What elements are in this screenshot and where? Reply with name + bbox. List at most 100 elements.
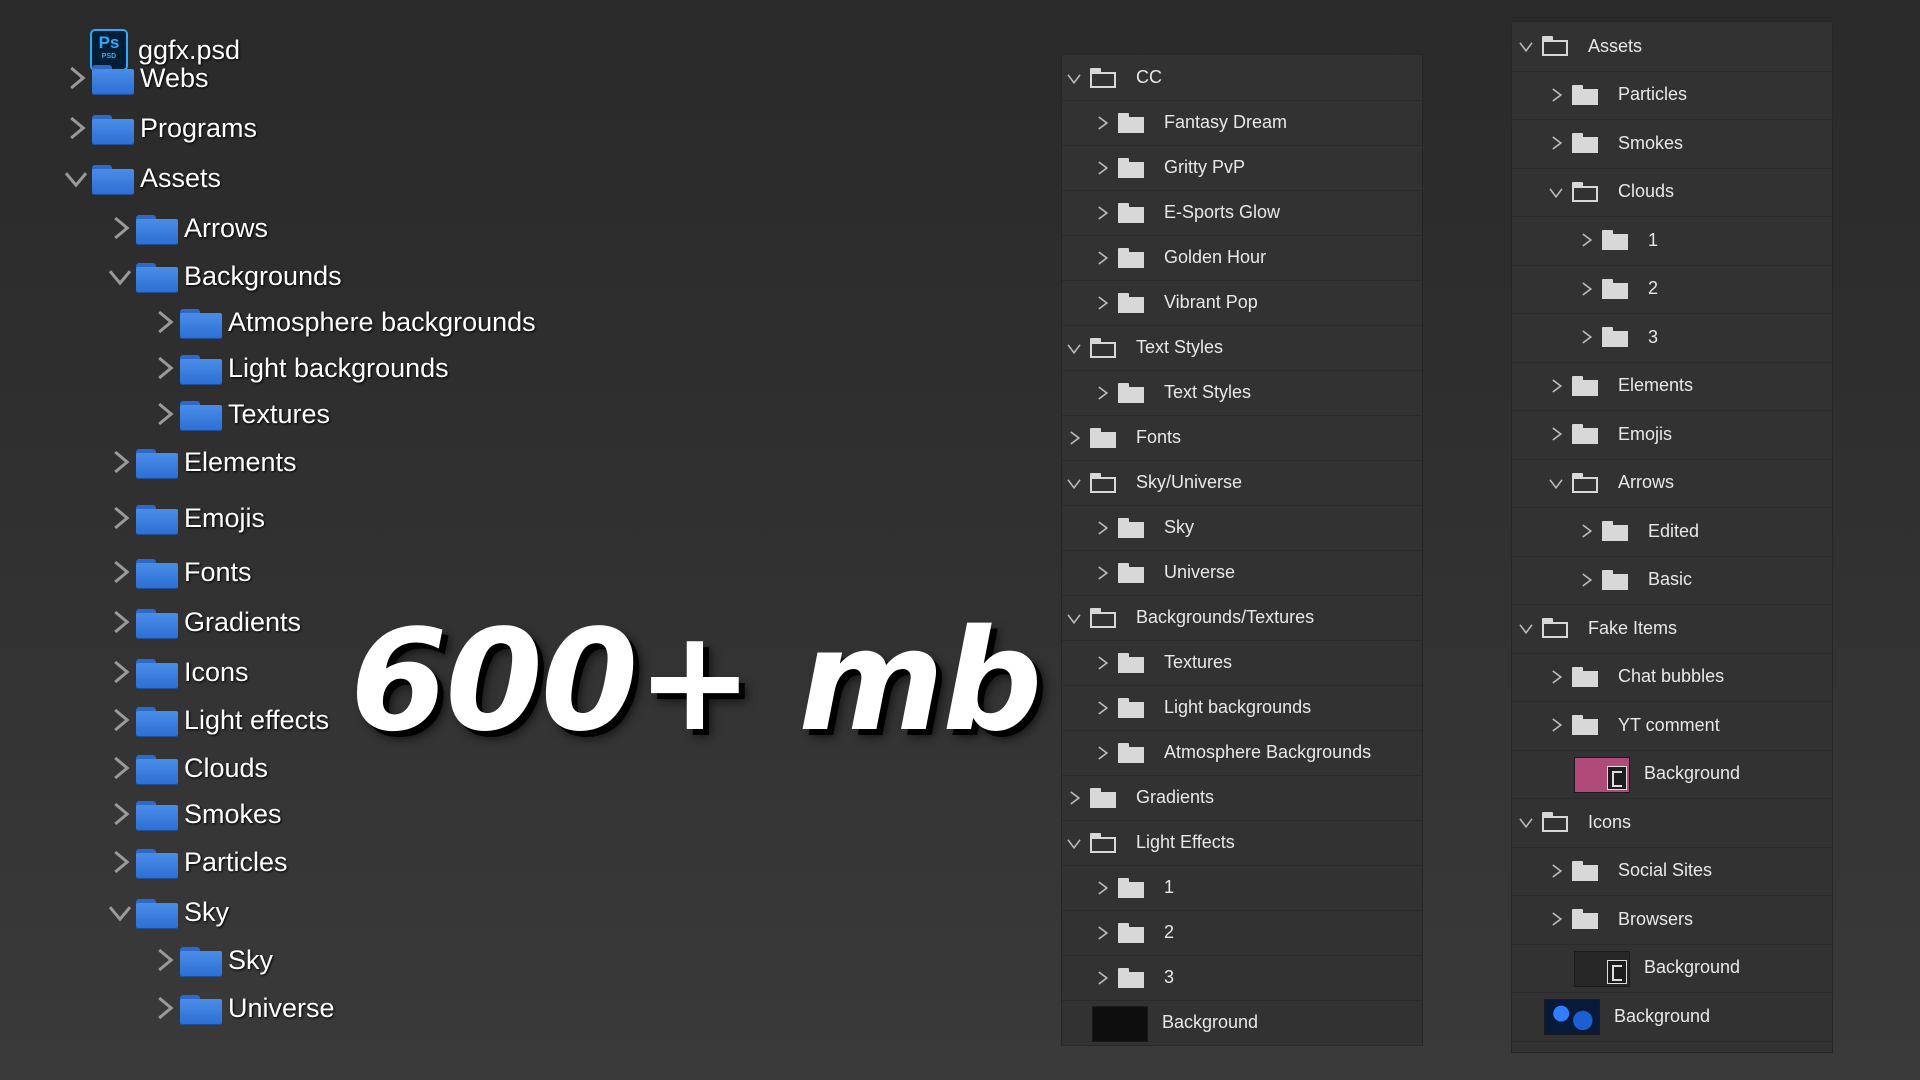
layer-group-row[interactable]: Gritty PvP bbox=[1062, 145, 1422, 191]
layer-group-row[interactable]: Universe bbox=[1062, 550, 1422, 596]
chevron-right-icon[interactable] bbox=[104, 842, 136, 882]
layer-group-row[interactable]: 1 bbox=[1512, 216, 1832, 266]
layer-group-row[interactable]: Clouds bbox=[1512, 168, 1832, 217]
explorer-item[interactable]: Textures bbox=[148, 394, 330, 434]
layer-group-row[interactable]: Edited bbox=[1512, 507, 1832, 557]
chevron-right-icon[interactable] bbox=[1094, 655, 1110, 671]
layer-group-row[interactable]: Assets bbox=[1512, 22, 1832, 72]
chevron-right-icon[interactable] bbox=[1094, 295, 1110, 311]
layer-group-row[interactable]: Text Styles bbox=[1062, 325, 1422, 371]
chevron-right-icon[interactable] bbox=[104, 700, 136, 740]
layer-group-row[interactable]: Emojis bbox=[1512, 410, 1832, 460]
explorer-item[interactable]: Smokes bbox=[104, 794, 282, 834]
chevron-right-icon[interactable] bbox=[1548, 426, 1564, 442]
explorer-item[interactable]: Arrows bbox=[104, 208, 268, 248]
chevron-down-icon[interactable] bbox=[1518, 38, 1534, 54]
chevron-down-icon[interactable] bbox=[60, 158, 92, 198]
explorer-item[interactable]: Programs bbox=[60, 108, 257, 148]
explorer-item[interactable]: Universe bbox=[148, 988, 335, 1028]
chevron-right-icon[interactable] bbox=[1094, 520, 1110, 536]
explorer-item[interactable]: Sky bbox=[104, 892, 229, 932]
chevron-right-icon[interactable] bbox=[1094, 745, 1110, 761]
chevron-right-icon[interactable] bbox=[1548, 135, 1564, 151]
explorer-item[interactable]: Particles bbox=[104, 842, 288, 882]
layer-group-row[interactable]: Fantasy Dream bbox=[1062, 100, 1422, 146]
chevron-right-icon[interactable] bbox=[104, 602, 136, 642]
chevron-right-icon[interactable] bbox=[1094, 205, 1110, 221]
chevron-right-icon[interactable] bbox=[1548, 669, 1564, 685]
layer-group-row[interactable]: Smokes bbox=[1512, 119, 1832, 169]
chevron-down-icon[interactable] bbox=[1066, 70, 1082, 86]
chevron-right-icon[interactable] bbox=[104, 498, 136, 538]
chevron-down-icon[interactable] bbox=[104, 892, 136, 932]
layer-row[interactable]: Background bbox=[1512, 992, 1832, 1042]
chevron-right-icon[interactable] bbox=[148, 940, 180, 980]
explorer-item[interactable]: Assets bbox=[60, 158, 221, 198]
layer-row[interactable]: Background bbox=[1512, 944, 1832, 993]
chevron-right-icon[interactable] bbox=[1548, 87, 1564, 103]
chevron-right-icon[interactable] bbox=[104, 552, 136, 592]
chevron-right-icon[interactable] bbox=[60, 58, 92, 98]
chevron-right-icon[interactable] bbox=[1094, 970, 1110, 986]
chevron-down-icon[interactable] bbox=[1548, 184, 1564, 200]
layer-group-row[interactable]: Arrows bbox=[1512, 459, 1832, 508]
chevron-right-icon[interactable] bbox=[1548, 863, 1564, 879]
layer-group-row[interactable]: Light Effects bbox=[1062, 820, 1422, 866]
chevron-right-icon[interactable] bbox=[1094, 115, 1110, 131]
chevron-right-icon[interactable] bbox=[1094, 250, 1110, 266]
layer-group-row[interactable]: Atmosphere Backgrounds bbox=[1062, 730, 1422, 776]
layer-group-row[interactable]: Golden Hour bbox=[1062, 235, 1422, 281]
explorer-item[interactable]: Atmosphere backgrounds bbox=[148, 302, 536, 342]
chevron-right-icon[interactable] bbox=[1578, 329, 1594, 345]
layer-group-row[interactable]: 2 bbox=[1062, 910, 1422, 956]
layer-group-row[interactable]: Sky/Universe bbox=[1062, 460, 1422, 506]
chevron-right-icon[interactable] bbox=[104, 442, 136, 482]
layer-group-row[interactable]: Gradients bbox=[1062, 775, 1422, 821]
layer-row[interactable]: Background bbox=[1512, 750, 1832, 799]
chevron-right-icon[interactable] bbox=[1094, 700, 1110, 716]
layer-group-row[interactable]: Fonts bbox=[1062, 415, 1422, 461]
chevron-right-icon[interactable] bbox=[1094, 565, 1110, 581]
chevron-right-icon[interactable] bbox=[1094, 385, 1110, 401]
chevron-right-icon[interactable] bbox=[1548, 378, 1564, 394]
explorer-item[interactable]: Clouds bbox=[104, 748, 268, 788]
explorer-item[interactable]: Elements bbox=[104, 442, 297, 482]
layer-group-row[interactable]: Backgrounds/Textures bbox=[1062, 595, 1422, 641]
chevron-right-icon[interactable] bbox=[1066, 430, 1082, 446]
chevron-down-icon[interactable] bbox=[1066, 475, 1082, 491]
layer-group-row[interactable]: Basic bbox=[1512, 556, 1832, 605]
layer-group-row[interactable]: Icons bbox=[1512, 798, 1832, 848]
chevron-right-icon[interactable] bbox=[60, 108, 92, 148]
chevron-right-icon[interactable] bbox=[148, 988, 180, 1028]
layer-group-row[interactable]: E-Sports Glow bbox=[1062, 190, 1422, 236]
chevron-right-icon[interactable] bbox=[104, 794, 136, 834]
chevron-right-icon[interactable] bbox=[1578, 572, 1594, 588]
layer-group-row[interactable]: Text Styles bbox=[1062, 370, 1422, 416]
chevron-right-icon[interactable] bbox=[1094, 160, 1110, 176]
layer-group-row[interactable]: Textures bbox=[1062, 640, 1422, 686]
chevron-right-icon[interactable] bbox=[1548, 911, 1564, 927]
explorer-item[interactable]: Light effects bbox=[104, 700, 329, 740]
layer-group-row[interactable]: Elements bbox=[1512, 362, 1832, 411]
layer-group-row[interactable]: Browsers bbox=[1512, 895, 1832, 945]
layer-group-row[interactable]: YT comment bbox=[1512, 701, 1832, 751]
chevron-right-icon[interactable] bbox=[1548, 717, 1564, 733]
chevron-right-icon[interactable] bbox=[1094, 925, 1110, 941]
layer-group-row[interactable]: 3 bbox=[1062, 955, 1422, 1001]
layer-row[interactable]: Background bbox=[1062, 1000, 1422, 1046]
chevron-down-icon[interactable] bbox=[1066, 340, 1082, 356]
chevron-right-icon[interactable] bbox=[148, 348, 180, 388]
explorer-item[interactable]: Icons bbox=[104, 652, 249, 692]
chevron-right-icon[interactable] bbox=[148, 302, 180, 342]
explorer-item[interactable]: Emojis bbox=[104, 498, 265, 538]
layer-group-row[interactable]: Social Sites bbox=[1512, 847, 1832, 896]
explorer-item[interactable]: Sky bbox=[148, 940, 273, 980]
chevron-right-icon[interactable] bbox=[1578, 232, 1594, 248]
layer-group-row[interactable]: Fake Items bbox=[1512, 604, 1832, 654]
layer-group-row[interactable]: 3 bbox=[1512, 313, 1832, 363]
chevron-right-icon[interactable] bbox=[1094, 880, 1110, 896]
layer-group-row[interactable]: Vibrant Pop bbox=[1062, 280, 1422, 326]
layer-group-row[interactable]: 2 bbox=[1512, 265, 1832, 314]
layer-group-row[interactable]: CC bbox=[1062, 55, 1422, 101]
explorer-item[interactable]: Gradients bbox=[104, 602, 301, 642]
